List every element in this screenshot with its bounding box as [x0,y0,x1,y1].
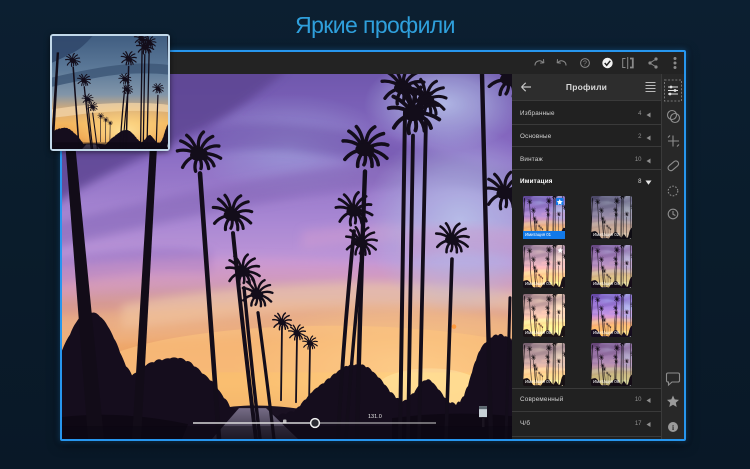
svg-text:?: ? [583,61,587,68]
svg-text:131.0: 131.0 [368,414,382,420]
svg-text:i: i [672,423,674,432]
